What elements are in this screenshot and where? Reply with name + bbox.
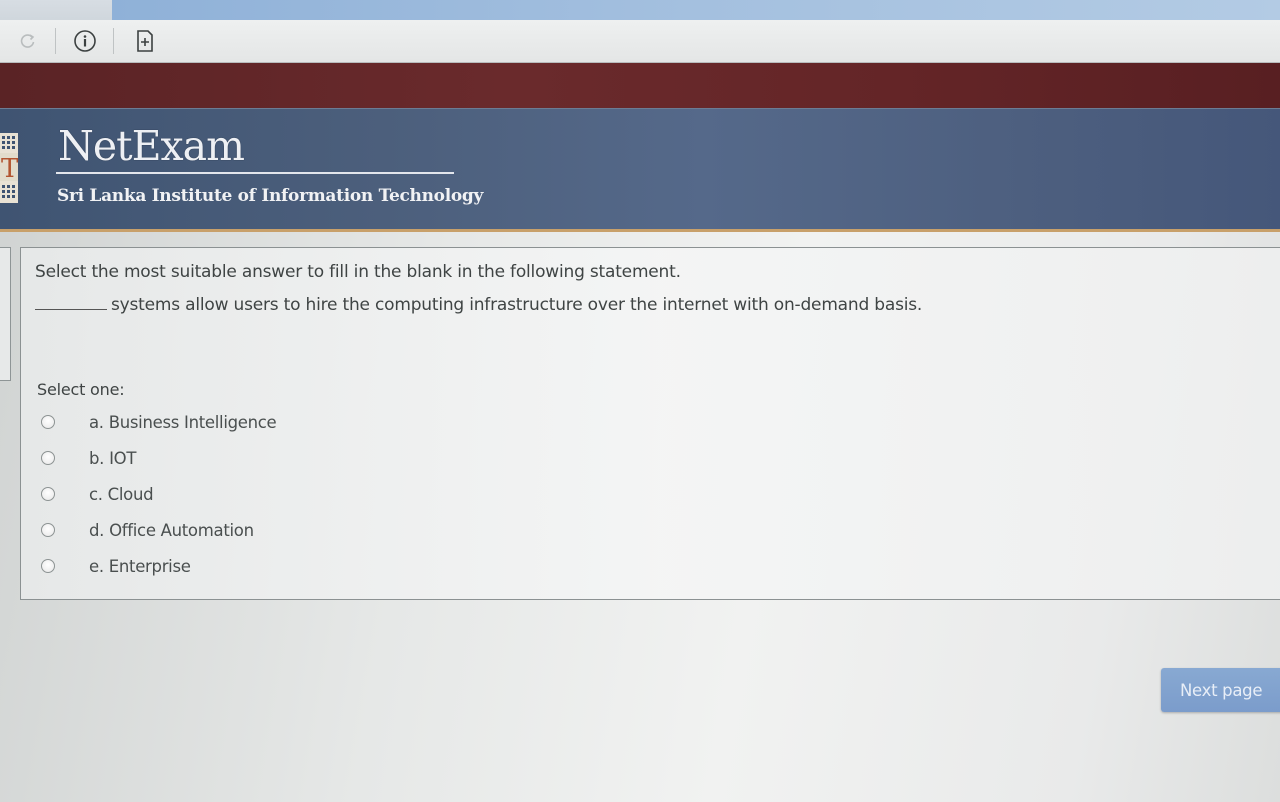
option-c[interactable]: c. Cloud bbox=[41, 481, 154, 507]
option-a[interactable]: a. Business Intelligence bbox=[41, 409, 277, 435]
radio-button[interactable] bbox=[41, 415, 55, 429]
tab-strip bbox=[0, 0, 1280, 22]
title-underline bbox=[56, 172, 454, 174]
option-d[interactable]: d. Office Automation bbox=[41, 517, 254, 543]
question-prompt: Select the most suitable answer to fill … bbox=[35, 262, 681, 282]
option-e[interactable]: e. Enterprise bbox=[41, 553, 191, 579]
add-page-icon[interactable] bbox=[133, 29, 157, 53]
site-title[interactable]: NetExam bbox=[58, 122, 245, 170]
question-card: Select the most suitable answer to fill … bbox=[20, 247, 1280, 600]
institution-name: Sri Lanka Institute of Information Techn… bbox=[57, 186, 484, 206]
toolbar-divider bbox=[113, 28, 114, 54]
browser-toolbar bbox=[0, 20, 1280, 63]
radio-button[interactable] bbox=[41, 559, 55, 573]
banner-accent-line bbox=[0, 229, 1280, 232]
option-label: e. Enterprise bbox=[89, 556, 191, 576]
radio-button[interactable] bbox=[41, 451, 55, 465]
select-one-label: Select one: bbox=[37, 380, 125, 399]
radio-button[interactable] bbox=[41, 487, 55, 501]
toolbar-divider bbox=[55, 28, 56, 54]
radio-button[interactable] bbox=[41, 523, 55, 537]
active-tab[interactable] bbox=[112, 0, 1280, 21]
institution-logo[interactable]: T bbox=[0, 133, 20, 203]
option-label: b. IOT bbox=[89, 448, 137, 468]
option-label: d. Office Automation bbox=[89, 520, 254, 540]
logo-letter: T bbox=[1, 154, 19, 184]
info-icon[interactable] bbox=[73, 29, 97, 53]
reload-icon[interactable] bbox=[16, 29, 40, 53]
next-page-button[interactable]: Next page bbox=[1161, 668, 1280, 712]
option-label: c. Cloud bbox=[89, 484, 154, 504]
answer-blank bbox=[35, 308, 107, 310]
option-label: a. Business Intelligence bbox=[89, 412, 277, 432]
question-info-panel bbox=[0, 247, 11, 381]
question-statement: systems allow users to hire the computin… bbox=[111, 295, 923, 315]
question-statement-line: systems allow users to hire the computin… bbox=[35, 295, 922, 315]
top-band bbox=[0, 63, 1280, 108]
option-b[interactable]: b. IOT bbox=[41, 445, 136, 471]
